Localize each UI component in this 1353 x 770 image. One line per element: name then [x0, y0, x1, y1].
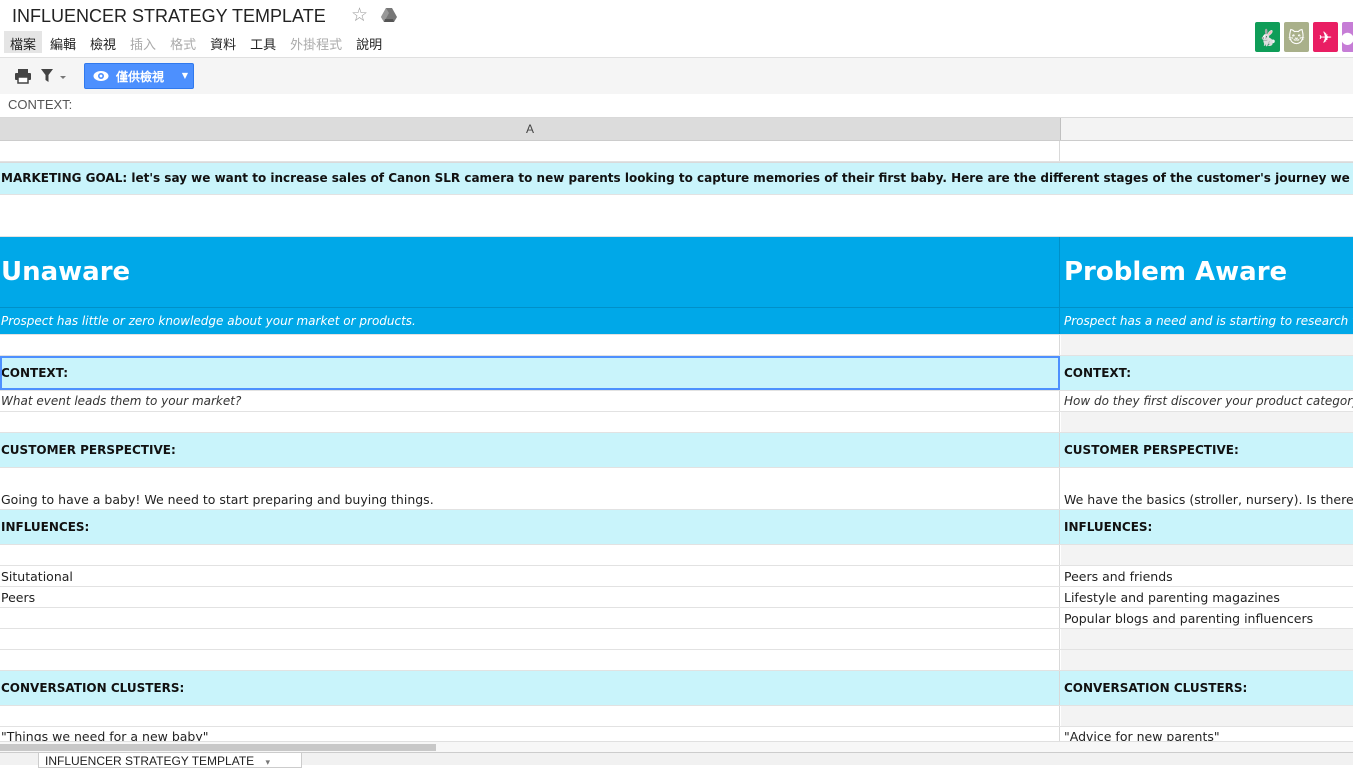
cell[interactable]: [0, 141, 1060, 161]
menu-bar: 檔案 編輯 檢視 插入 格式 資料 工具 外掛程式 說明: [4, 31, 390, 53]
table-row: CONTEXT: CONTEXT:: [0, 356, 1353, 391]
table-row: Popular blogs and parenting influencers: [0, 608, 1353, 629]
chevron-down-icon[interactable]: ▼: [182, 71, 188, 80]
influence-cell[interactable]: [0, 608, 1060, 628]
influence-cell[interactable]: Peers and friends: [1061, 566, 1353, 586]
influence-cell[interactable]: Peers: [0, 587, 1060, 607]
context-question-cell[interactable]: How do they first discover your product …: [1061, 391, 1353, 411]
view-only-button[interactable]: 僅供檢視 ▼: [84, 63, 194, 89]
cell[interactable]: [1061, 412, 1353, 432]
perspective-label-cell[interactable]: CUSTOMER PERSPECTIVE:: [1061, 433, 1353, 467]
influence-cell[interactable]: Situtational: [0, 566, 1060, 586]
sheet-tab-bar: INFLUENCER STRATEGY TEMPLATE ▾: [0, 752, 1353, 768]
table-row: [0, 545, 1353, 566]
table-row: [0, 706, 1353, 727]
menu-item: 格式: [170, 38, 197, 53]
table-row: [0, 412, 1353, 433]
cell[interactable]: [0, 335, 1060, 355]
table-row: INFLUENCES: INFLUENCES:: [0, 510, 1353, 545]
stage-title-problem-aware[interactable]: Problem Aware: [1061, 237, 1353, 307]
table-row: Unaware Problem Aware: [0, 237, 1353, 308]
influences-label-cell[interactable]: INFLUENCES:: [1061, 510, 1353, 544]
horizontal-scrollbar[interactable]: [0, 741, 1353, 752]
stage-description-problem-aware[interactable]: Prospect has a need and is starting to r…: [1061, 308, 1353, 334]
cluster-text-cell[interactable]: "Things we need for a new baby": [0, 727, 1060, 741]
cell[interactable]: [1061, 650, 1353, 670]
toolbar: 僅供檢視 ▼: [0, 57, 1353, 95]
cluster-text-cell[interactable]: "Advice for new parents": [1061, 727, 1353, 741]
influence-cell[interactable]: Popular blogs and parenting influencers: [1061, 608, 1353, 628]
eye-icon: [93, 71, 109, 81]
clusters-label-cell[interactable]: CONVERSATION CLUSTERS:: [0, 671, 1060, 705]
menu-item: 外掛程式: [290, 38, 343, 53]
cell[interactable]: [0, 650, 1060, 670]
cat-app-icon[interactable]: 🐱: [1284, 22, 1309, 52]
filter-icon[interactable]: [40, 67, 68, 85]
cell[interactable]: [1061, 629, 1353, 649]
table-row: [0, 141, 1353, 162]
partial-app-icon[interactable]: ●: [1342, 22, 1353, 52]
menu-item[interactable]: 編輯: [44, 31, 82, 53]
cell[interactable]: [1061, 141, 1353, 161]
app-icons: 🐇 🐱 ✈ ●: [1255, 22, 1353, 52]
spreadsheet-grid: MARKETING GOAL: let's say we want to inc…: [0, 141, 1353, 741]
column-header-a[interactable]: A: [0, 118, 1061, 140]
context-question-cell[interactable]: What event leads them to your market?: [0, 391, 1060, 411]
context-label-cell[interactable]: CONTEXT:: [0, 356, 1060, 390]
sheet-tab[interactable]: INFLUENCER STRATEGY TEMPLATE ▾: [38, 753, 302, 768]
stage-description-unaware[interactable]: Prospect has little or zero knowledge ab…: [0, 308, 1060, 334]
marketing-goal-cell[interactable]: MARKETING GOAL: let's say we want to inc…: [0, 163, 1353, 194]
scrollbar-thumb[interactable]: [0, 744, 436, 751]
menu-item: 插入: [130, 38, 157, 53]
table-row: Prospect has little or zero knowledge ab…: [0, 308, 1353, 335]
rabbit-app-icon[interactable]: 🐇: [1255, 22, 1280, 52]
perspective-text-cell[interactable]: We have the basics (stroller, nursery). …: [1061, 468, 1353, 509]
menu-item[interactable]: 說明: [350, 31, 388, 53]
table-row: Situtational Peers and friends: [0, 566, 1353, 587]
star-icon[interactable]: ☆: [351, 4, 368, 26]
formula-value: CONTEXT:: [8, 97, 73, 112]
cell[interactable]: [0, 629, 1060, 649]
table-row: [0, 195, 1353, 237]
context-label-cell[interactable]: CONTEXT:: [1061, 356, 1353, 390]
cell[interactable]: [0, 412, 1060, 432]
table-row: [0, 335, 1353, 356]
title-bar: INFLUENCER STRATEGY TEMPLATE ☆ 檔案 編輯 檢視 插入格…: [0, 0, 1353, 56]
table-row: CONVERSATION CLUSTERS: CONVERSATION CLUS…: [0, 671, 1353, 706]
table-row: Going to have a baby! We need to start p…: [0, 468, 1353, 510]
clusters-label-cell[interactable]: CONVERSATION CLUSTERS:: [1061, 671, 1353, 705]
chevron-down-icon[interactable]: ▾: [266, 757, 271, 767]
menu-item[interactable]: 工具: [244, 31, 282, 53]
menu-item[interactable]: 資料: [204, 31, 242, 53]
perspective-label-cell[interactable]: CUSTOMER PERSPECTIVE:: [0, 433, 1060, 467]
column-header-row: A: [0, 118, 1353, 141]
perspective-text-cell[interactable]: Going to have a baby! We need to start p…: [0, 468, 1060, 509]
influences-label-cell[interactable]: INFLUENCES:: [0, 510, 1060, 544]
plane-app-icon[interactable]: ✈: [1313, 22, 1338, 52]
cell[interactable]: [0, 706, 1060, 726]
table-row: Peers Lifestyle and parenting magazines: [0, 587, 1353, 608]
table-row: [0, 629, 1353, 650]
document-title[interactable]: INFLUENCER STRATEGY TEMPLATE: [12, 6, 326, 27]
table-row: [0, 650, 1353, 671]
sheet-tab-label: INFLUENCER STRATEGY TEMPLATE: [45, 754, 255, 768]
cell[interactable]: [0, 545, 1060, 565]
cell[interactable]: [1061, 545, 1353, 565]
influence-cell[interactable]: Lifestyle and parenting magazines: [1061, 587, 1353, 607]
table-row: MARKETING GOAL: let's say we want to inc…: [0, 162, 1353, 195]
menu-item[interactable]: 檔案: [4, 31, 43, 53]
print-icon[interactable]: [14, 67, 32, 85]
view-only-label: 僅供檢視: [116, 69, 165, 84]
cell[interactable]: [1061, 706, 1353, 726]
column-header-b[interactable]: [1061, 118, 1353, 140]
stage-title-unaware[interactable]: Unaware: [0, 237, 1060, 307]
table-row: "Things we need for a new baby" "Advice …: [0, 727, 1353, 741]
cell[interactable]: [1061, 335, 1353, 355]
menu-item[interactable]: 檢視: [84, 31, 122, 53]
table-row: CUSTOMER PERSPECTIVE: CUSTOMER PERSPECTI…: [0, 433, 1353, 468]
drive-folder-icon[interactable]: [380, 6, 398, 24]
table-row: What event leads them to your market? Ho…: [0, 391, 1353, 412]
formula-bar[interactable]: CONTEXT:: [0, 94, 1353, 118]
